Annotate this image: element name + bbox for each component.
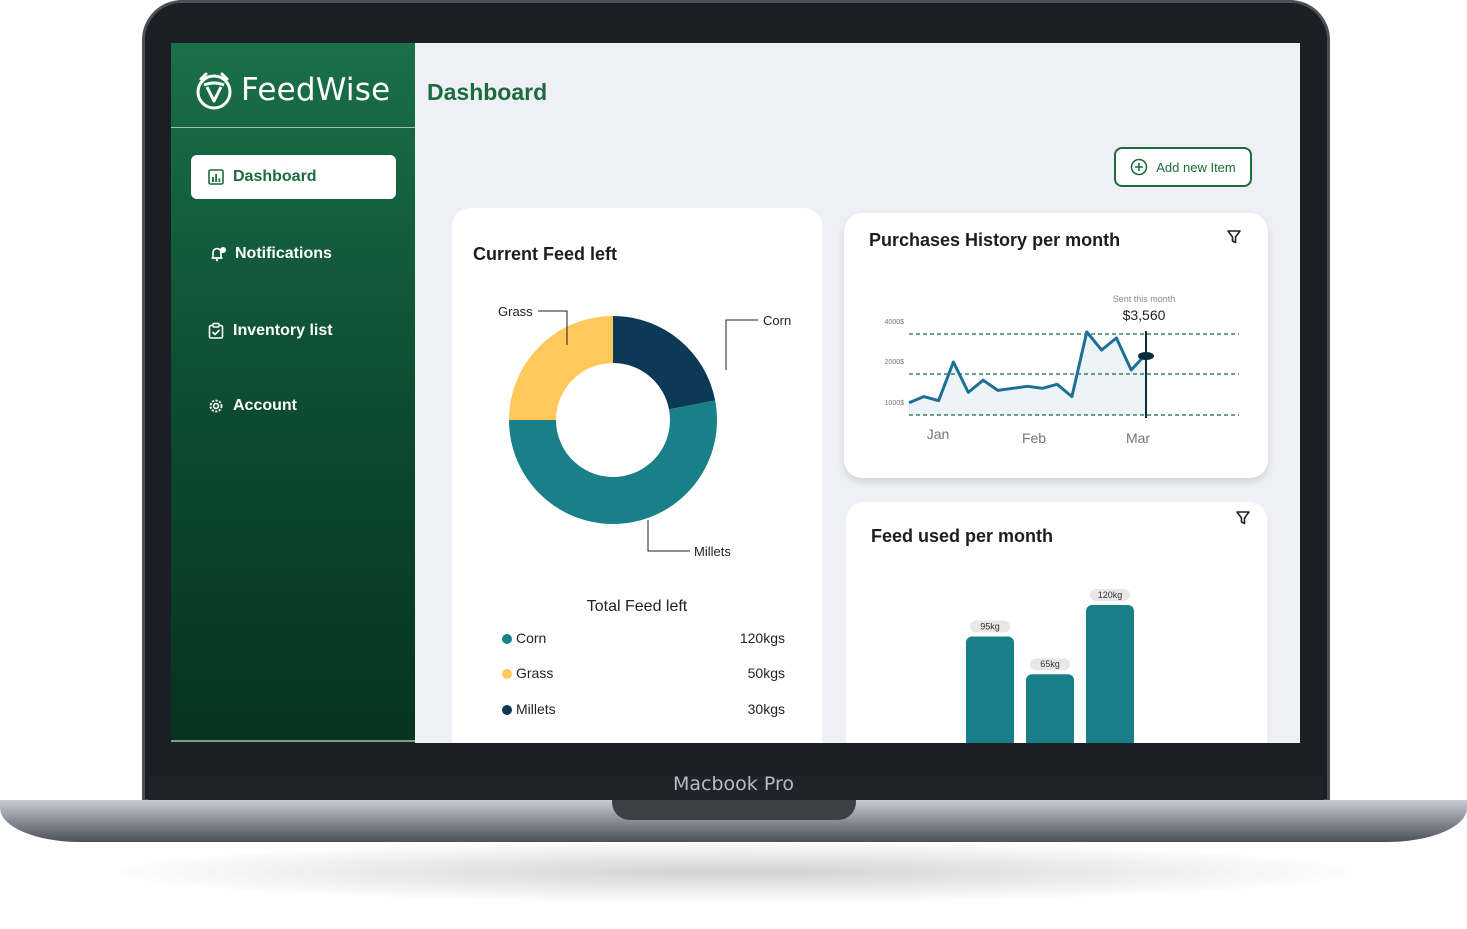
x-tick-label: Jan bbox=[927, 426, 950, 442]
annotation-label: Sent this month bbox=[1113, 294, 1176, 304]
y-tick-label: 1000$ bbox=[885, 400, 905, 407]
brand[interactable]: FeedWise bbox=[193, 69, 390, 111]
laptop-mockup: Macbook Pro FeedWise Dashboard Notificat… bbox=[0, 0, 1467, 929]
x-tick-label: Mar bbox=[1126, 430, 1150, 446]
legend-row-grass: Grass 50kgs bbox=[502, 665, 785, 681]
total-feed-left-label: Total Feed left bbox=[586, 598, 688, 615]
legend-name: Corn bbox=[516, 630, 547, 646]
legend-amount: 120kgs bbox=[739, 630, 785, 646]
slice-label-corn: Corn bbox=[763, 313, 791, 328]
donut-slice-grass bbox=[509, 316, 613, 420]
sidebar-item-account[interactable]: Account bbox=[191, 384, 396, 428]
laptop-shadow bbox=[120, 842, 1347, 902]
sidebar-item-label: Dashboard bbox=[233, 168, 317, 185]
sidebar-item-label: Notifications bbox=[235, 245, 332, 262]
bar-data-label: 65kg bbox=[1040, 659, 1060, 669]
feed-left-donut-chart: Grass Corn Millets bbox=[498, 304, 791, 559]
brand-divider bbox=[171, 127, 415, 128]
legend-name: Millets bbox=[516, 701, 556, 717]
feed-used-card: Feed used per month 95kgJan65kgFeb120kgM… bbox=[846, 502, 1267, 743]
sidebar-item-dashboard[interactable]: Dashboard bbox=[191, 155, 396, 199]
bar-data-label: 120kg bbox=[1098, 590, 1123, 600]
annotation-value: $3,560 bbox=[1123, 307, 1166, 323]
y-tick-label: 2000$ bbox=[885, 359, 905, 366]
bell-icon bbox=[211, 247, 226, 262]
leader-line-corn bbox=[725, 319, 758, 370]
bar-feb bbox=[1026, 674, 1074, 743]
y-tick-label: 4000$ bbox=[885, 319, 905, 326]
plus-circle-icon bbox=[1131, 158, 1148, 176]
device-label: Macbook Pro bbox=[673, 773, 794, 795]
purchases-history-card: Purchases History per month Sent this mo… bbox=[844, 213, 1268, 478]
feedwise-logo-icon bbox=[196, 72, 232, 110]
current-marker-point bbox=[1138, 352, 1154, 360]
legend-row-millets: Millets 30kgs bbox=[502, 701, 785, 717]
legend-dot bbox=[502, 705, 512, 716]
donut-slice-corn bbox=[613, 316, 716, 410]
legend-amount: 50kgs bbox=[747, 665, 785, 681]
slice-label-grass: Grass bbox=[498, 304, 533, 319]
add-new-item-button[interactable]: Add new Item bbox=[1114, 147, 1252, 187]
purchases-line-chart: Sent this month $3,560 4000$ 2000$ 1000$ J… bbox=[885, 294, 1239, 446]
sidebar-item-notifications[interactable]: Notifications bbox=[191, 232, 396, 276]
screen: FeedWise Dashboard Notifications Invento… bbox=[171, 43, 1300, 743]
feed-left-card: Current Feed left Grass Corn Millets Tot… bbox=[452, 208, 822, 743]
add-new-item-label: Add new Item bbox=[1156, 159, 1236, 175]
legend-dot bbox=[502, 634, 512, 645]
legend-row-corn: Corn 120kgs bbox=[502, 630, 785, 646]
bar-chart-icon bbox=[208, 169, 224, 185]
leader-line-millets bbox=[647, 520, 690, 552]
clipboard-check-icon bbox=[208, 322, 224, 339]
laptop-notch bbox=[612, 800, 856, 820]
feed-used-bar-chart: 95kgJan65kgFeb120kgMar bbox=[966, 589, 1134, 743]
bar-mar bbox=[1086, 605, 1134, 743]
legend-name: Grass bbox=[516, 665, 554, 681]
page-title: Dashboard bbox=[427, 79, 548, 105]
bar-data-label: 95kg bbox=[980, 621, 1000, 631]
legend-amount: 30kgs bbox=[747, 701, 785, 717]
slice-label-millets: Millets bbox=[694, 544, 731, 559]
legend-dot bbox=[502, 669, 512, 680]
brand-name: FeedWise bbox=[241, 72, 391, 108]
sidebar-item-inventory-list[interactable]: Inventory list bbox=[191, 309, 396, 353]
sidebar: FeedWise Dashboard Notifications Invento… bbox=[171, 43, 415, 743]
gear-icon bbox=[209, 399, 223, 413]
bar-jan bbox=[966, 636, 1014, 743]
sidebar-bottom-divider bbox=[171, 740, 415, 742]
sidebar-item-label: Account bbox=[233, 397, 297, 414]
sidebar-item-label: Inventory list bbox=[233, 322, 333, 339]
x-tick-label: Feb bbox=[1022, 430, 1046, 446]
